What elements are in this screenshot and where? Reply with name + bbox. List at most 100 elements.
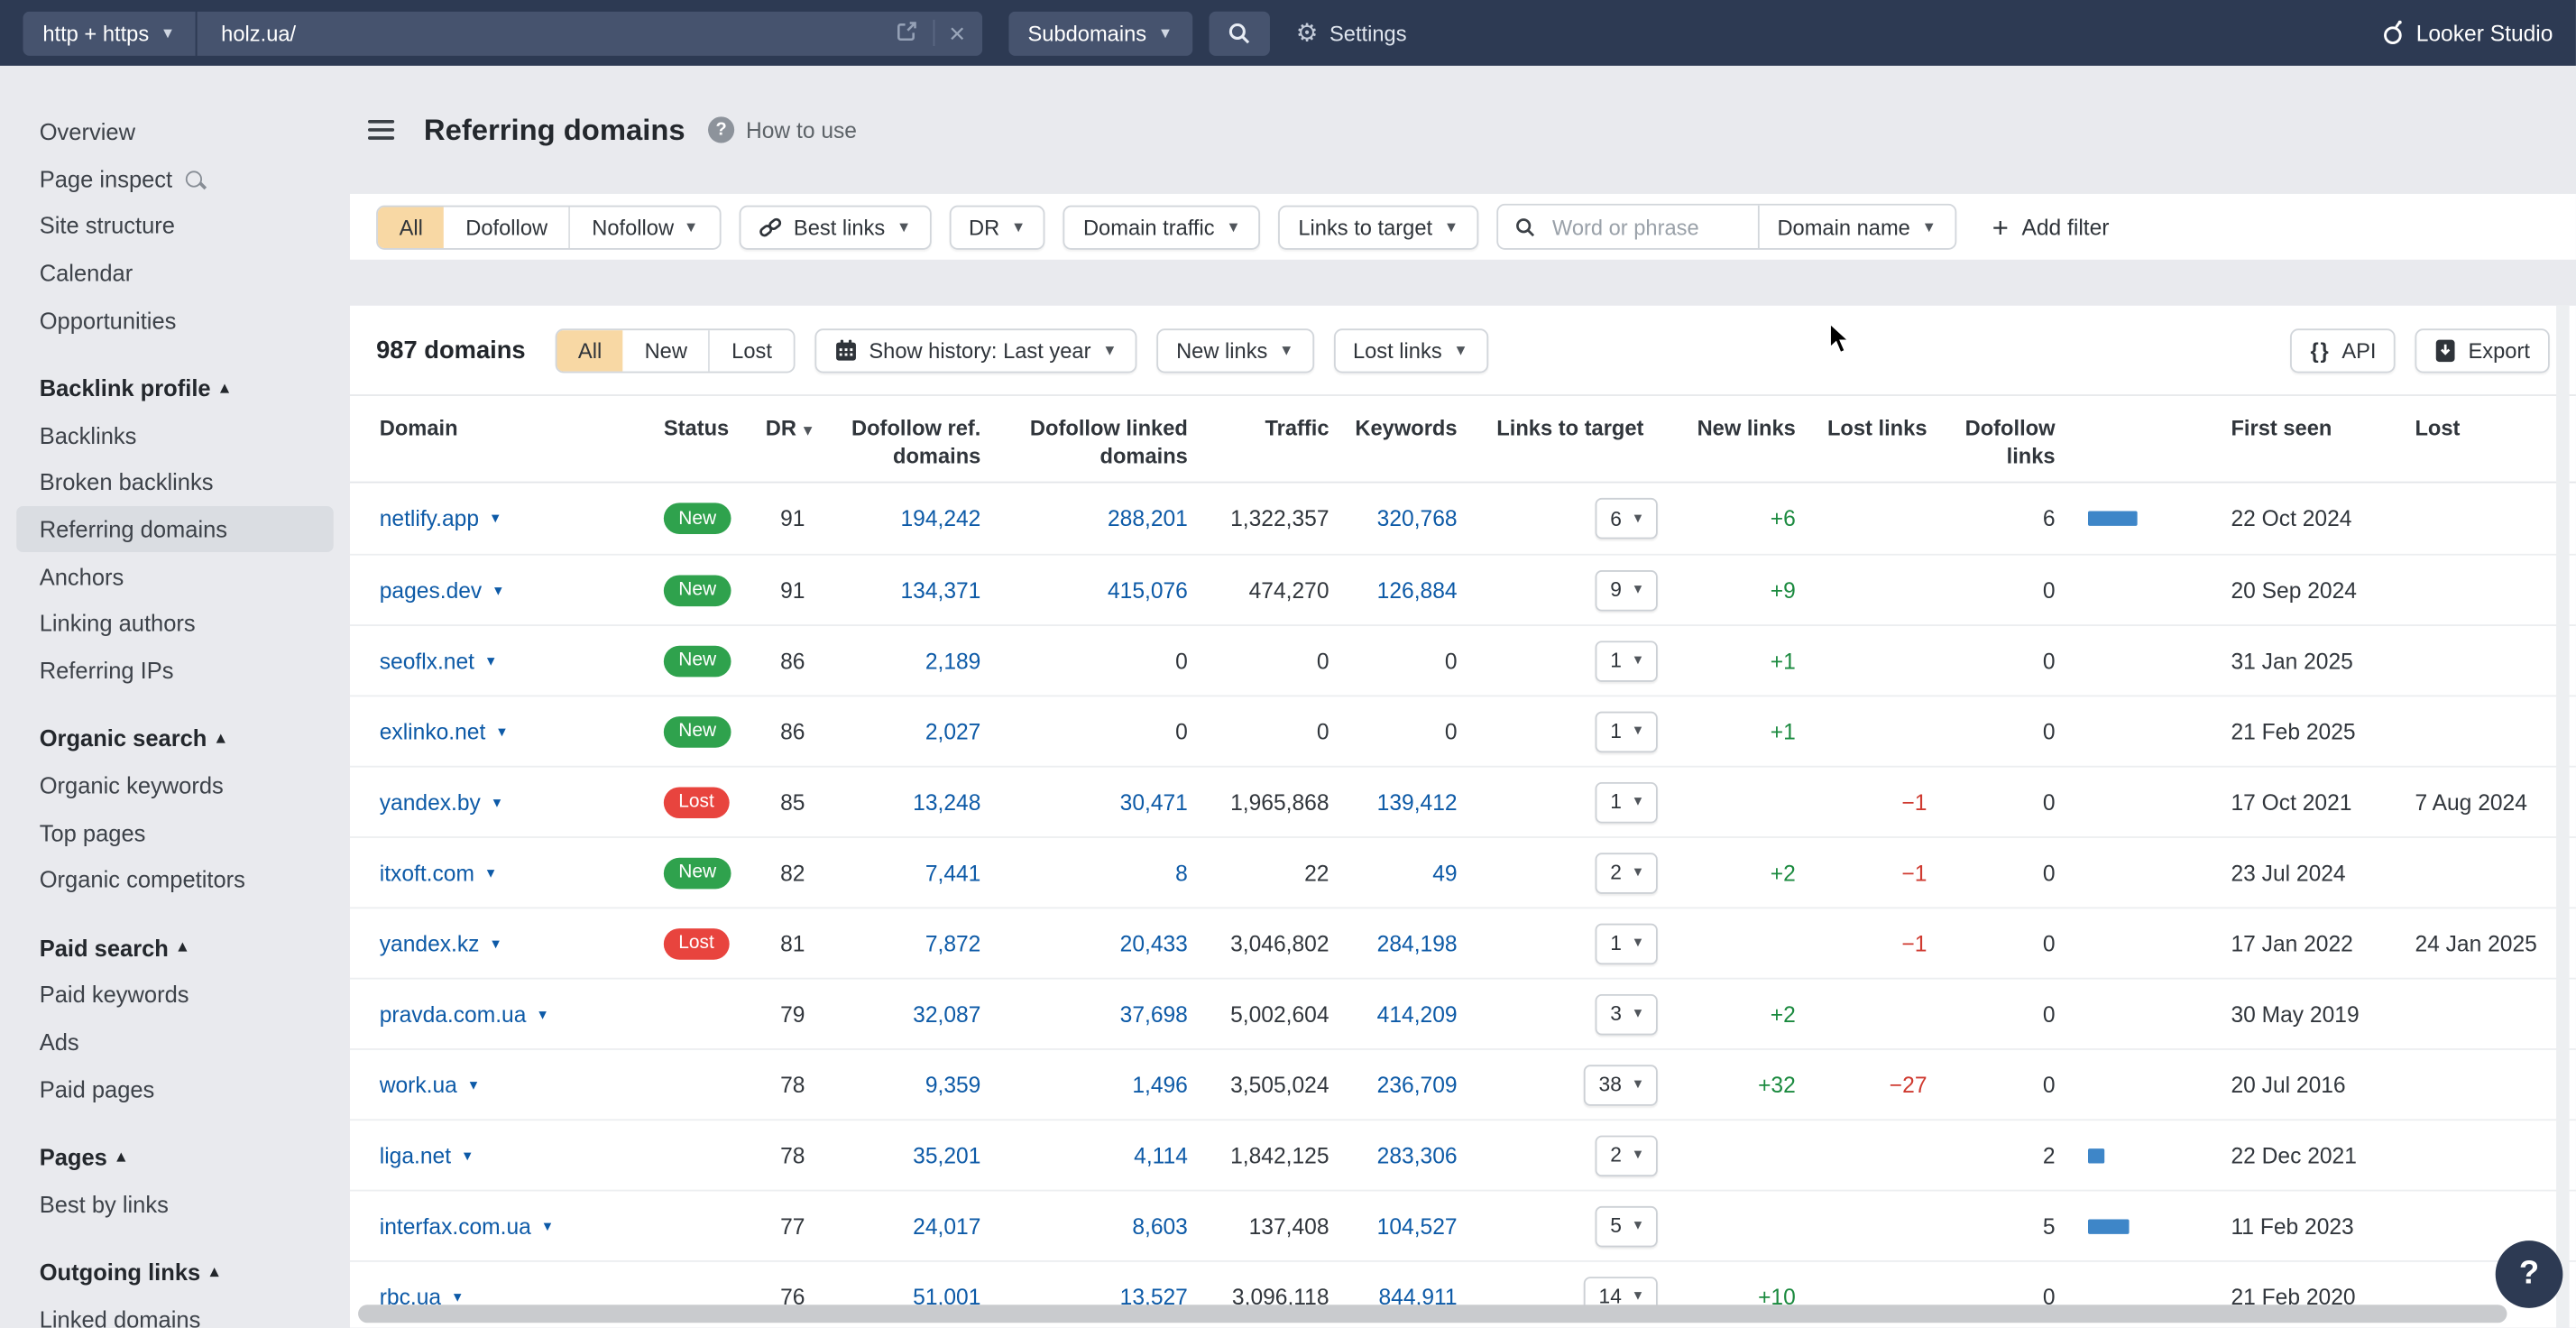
cell-dofollow-ref-domains[interactable]: 24,017 <box>822 1213 986 1238</box>
cell-dofollow-ref-domains[interactable]: 32,087 <box>822 1001 986 1026</box>
links-to-target-dropdown[interactable]: 6▼ <box>1596 498 1658 540</box>
links-to-target-dropdown[interactable]: 2▼ <box>1596 1135 1658 1176</box>
sidebar-item-linked-domains[interactable]: Linked domains <box>16 1296 334 1327</box>
segment-dofollow[interactable]: Dofollow <box>445 207 571 248</box>
column-header-domain[interactable]: Domain <box>380 416 664 444</box>
cell-dofollow-linked-domains[interactable]: 8 <box>986 861 1192 885</box>
help-button[interactable]: ? <box>2496 1240 2563 1308</box>
column-header-lost-links[interactable]: Lost links <box>1800 416 1932 444</box>
column-header-dr[interactable]: DR ▼ <box>766 416 822 444</box>
show-history-dropdown[interactable]: Show history: Last year ▼ <box>814 327 1136 372</box>
add-filter-button[interactable]: + Add filter <box>1974 205 2128 249</box>
export-button[interactable]: Export <box>2415 327 2550 372</box>
links-to-target-dropdown[interactable]: 1▼ <box>1596 923 1658 964</box>
word-search-input[interactable] <box>1549 213 1728 241</box>
links-to-target-dropdown[interactable]: 1▼ <box>1596 640 1658 681</box>
links-to-target-dropdown[interactable]: 9▼ <box>1596 569 1658 611</box>
column-header-first-seen[interactable]: First seen <box>2162 416 2408 444</box>
chevron-down-icon[interactable]: ▼ <box>491 795 503 809</box>
vertical-scrollbar[interactable] <box>2556 306 2570 1328</box>
column-header-keywords[interactable]: Keywords <box>1334 416 1462 444</box>
cell-lost-links[interactable]: −1 <box>1800 789 1932 814</box>
cell-new-links[interactable]: +1 <box>1666 719 1800 743</box>
links-to-target-dropdown[interactable]: 38▼ <box>1584 1064 1658 1105</box>
word-search[interactable] <box>1498 206 1758 248</box>
url-input[interactable]: holz.ua/ × <box>197 11 982 55</box>
domain-traffic-filter[interactable]: Domain traffic ▼ <box>1063 205 1260 249</box>
links-to-target-dropdown[interactable]: 2▼ <box>1596 852 1658 893</box>
chevron-down-icon[interactable]: ▼ <box>492 583 504 597</box>
cell-dofollow-ref-domains[interactable]: 7,872 <box>822 931 986 955</box>
sidebar-item-best-by-links[interactable]: Best by links <box>16 1181 334 1228</box>
links-to-target-filter[interactable]: Links to target ▼ <box>1279 205 1478 249</box>
links-to-target-dropdown[interactable]: 3▼ <box>1596 993 1658 1035</box>
settings-button[interactable]: ⚙ Settings <box>1296 21 1407 45</box>
cell-dofollow-ref-domains[interactable]: 2,189 <box>822 649 986 673</box>
cell-new-links[interactable]: +6 <box>1666 506 1800 530</box>
chevron-down-icon[interactable]: ▼ <box>484 653 497 668</box>
chevron-down-icon[interactable]: ▼ <box>489 936 501 950</box>
chevron-down-icon[interactable]: ▼ <box>541 1219 554 1233</box>
sidebar-item-broken-backlinks[interactable]: Broken backlinks <box>16 458 334 505</box>
new-links-dropdown[interactable]: New links ▼ <box>1156 327 1313 372</box>
chevron-down-icon[interactable]: ▼ <box>467 1077 480 1092</box>
scope-dropdown[interactable]: Subdomains ▼ <box>1008 11 1192 55</box>
links-to-target-dropdown[interactable]: 1▼ <box>1596 781 1658 823</box>
cell-dofollow-ref-domains[interactable]: 134,371 <box>822 577 986 602</box>
sidebar-item-top-pages[interactable]: Top pages <box>16 809 334 856</box>
cell-keywords[interactable]: 104,527 <box>1334 1213 1462 1238</box>
search-button[interactable] <box>1209 11 1269 55</box>
sidebar-item-referring-domains[interactable]: Referring domains <box>16 506 334 553</box>
column-header-dofollow-ref-domains[interactable]: Dofollow ref.domains <box>822 416 986 472</box>
sidebar-item-overview[interactable]: Overview <box>16 108 334 155</box>
domain-link[interactable]: yandex.kz <box>380 931 480 955</box>
column-header-lost[interactable]: Lost <box>2408 416 2576 444</box>
chevron-down-icon[interactable]: ▼ <box>536 1007 548 1021</box>
horizontal-scrollbar-thumb[interactable] <box>358 1305 2507 1323</box>
links-to-target-dropdown[interactable]: 5▼ <box>1596 1205 1658 1247</box>
looker-studio-link[interactable]: Looker Studio <box>2380 20 2553 46</box>
sidebar-section-organic-search[interactable]: Organic search▴ <box>16 715 334 762</box>
cell-dofollow-ref-domains[interactable]: 9,359 <box>822 1072 986 1096</box>
segment-all[interactable]: All <box>378 207 445 248</box>
sidebar-item-organic-keywords[interactable]: Organic keywords <box>16 762 334 809</box>
sidebar-item-opportunities[interactable]: Opportunities <box>16 297 334 344</box>
column-header-links-to-target[interactable]: Links to target <box>1462 416 1666 444</box>
sidebar-item-ads[interactable]: Ads <box>16 1019 334 1065</box>
cell-keywords[interactable]: 283,306 <box>1334 1143 1462 1167</box>
sidebar-item-backlinks[interactable]: Backlinks <box>16 411 334 458</box>
column-header-traffic[interactable]: Traffic <box>1192 416 1334 444</box>
cell-lost-links[interactable]: −1 <box>1800 931 1932 955</box>
chevron-down-icon[interactable]: ▼ <box>484 865 497 880</box>
cell-new-links[interactable]: +32 <box>1666 1072 1800 1096</box>
cell-keywords[interactable]: 126,884 <box>1334 577 1462 602</box>
links-to-target-dropdown[interactable]: 1▼ <box>1596 711 1658 752</box>
cell-dofollow-linked-domains[interactable]: 8,603 <box>986 1213 1192 1238</box>
sidebar-item-calendar[interactable]: Calendar <box>16 249 334 296</box>
cell-dofollow-linked-domains[interactable]: 20,433 <box>986 931 1192 955</box>
cell-new-links[interactable]: +2 <box>1666 1001 1800 1026</box>
open-external-icon[interactable] <box>895 19 917 47</box>
column-header-dofollow-linked-domains[interactable]: Dofollow linkeddomains <box>986 416 1192 472</box>
sidebar-section-outgoing-links[interactable]: Outgoing links▴ <box>16 1249 334 1296</box>
cell-lost-links[interactable]: −27 <box>1800 1072 1932 1096</box>
api-button[interactable]: {} API <box>2291 327 2397 372</box>
cell-dofollow-ref-domains[interactable]: 7,441 <box>822 861 986 885</box>
domain-link[interactable]: yandex.by <box>380 789 481 814</box>
cell-new-links[interactable]: +2 <box>1666 861 1800 885</box>
cell-keywords[interactable]: 139,412 <box>1334 789 1462 814</box>
cell-keywords[interactable]: 236,709 <box>1334 1072 1462 1096</box>
cell-dofollow-ref-domains[interactable]: 2,027 <box>822 719 986 743</box>
cell-dofollow-linked-domains[interactable]: 288,201 <box>986 506 1192 530</box>
search-mode-dropdown[interactable]: Domain name ▼ <box>1758 206 1955 248</box>
domain-link[interactable]: exlinko.net <box>380 719 486 743</box>
menu-icon[interactable] <box>362 113 401 146</box>
sidebar-item-linking-authors[interactable]: Linking authors <box>16 600 334 647</box>
cell-dofollow-linked-domains[interactable]: 37,698 <box>986 1001 1192 1026</box>
column-header-status[interactable]: Status <box>664 416 766 444</box>
sidebar-item-page-inspect[interactable]: Page inspect <box>16 155 334 202</box>
column-header-new-links[interactable]: New links <box>1666 416 1800 444</box>
domain-link[interactable]: pages.dev <box>380 577 482 602</box>
how-to-use-link[interactable]: ? How to use <box>708 116 857 143</box>
cell-keywords[interactable]: 284,198 <box>1334 931 1462 955</box>
